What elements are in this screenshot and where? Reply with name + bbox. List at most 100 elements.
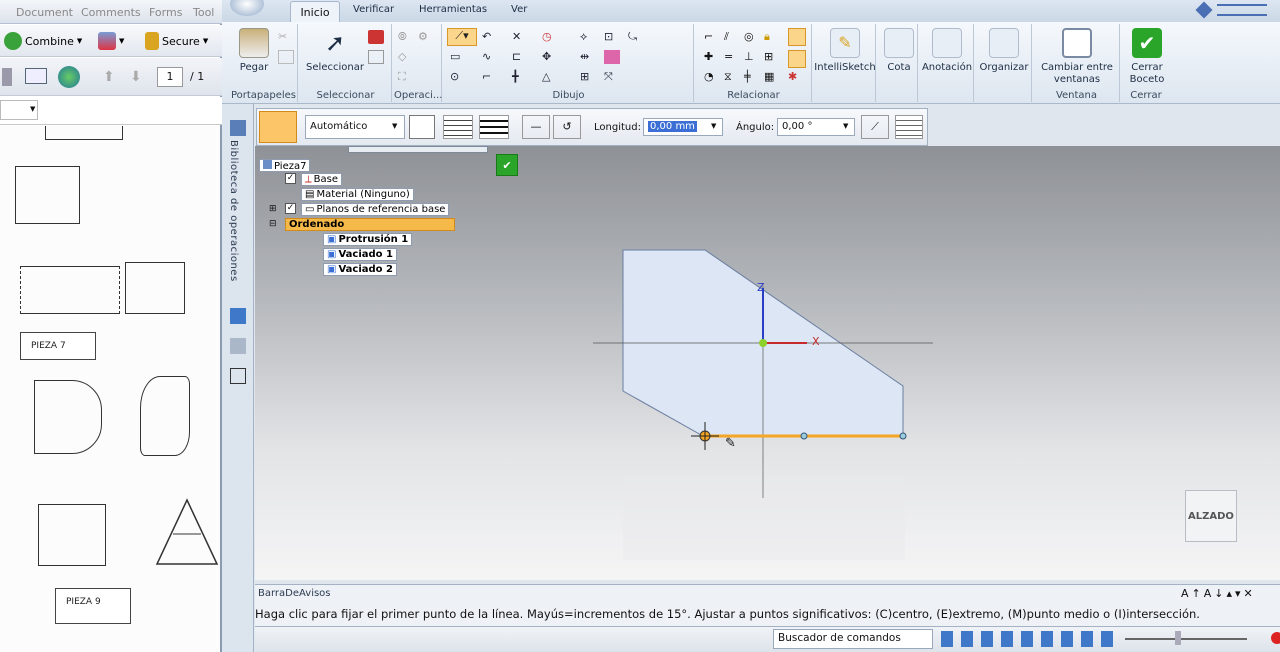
- tab-feature-library[interactable]: Biblioteca de operaciones: [228, 140, 239, 282]
- record-icon[interactable]: [1271, 632, 1280, 644]
- chamfer-icon[interactable]: ⊏: [512, 50, 528, 64]
- gear-icon[interactable]: ⚙: [418, 30, 434, 44]
- combine-button[interactable]: Combine ▼: [4, 31, 82, 51]
- annotation-button[interactable]: Anotación: [920, 28, 974, 74]
- rotate-icon[interactable]: ⤿: [628, 30, 644, 44]
- email-icon[interactable]: [25, 68, 47, 84]
- fill-icon[interactable]: [604, 50, 620, 64]
- line-color-icon[interactable]: [409, 115, 435, 139]
- line-tool-icon[interactable]: ⟋▾: [447, 28, 477, 46]
- project-icon[interactable]: ⊡: [604, 30, 620, 44]
- page-up-icon[interactable]: ⬆: [103, 69, 119, 85]
- arc-mode-icon[interactable]: ↺: [553, 115, 581, 139]
- keypoint-mid[interactable]: [800, 432, 808, 440]
- organize-button[interactable]: Organizar: [976, 28, 1032, 74]
- parallel-icon[interactable]: ⫽: [724, 30, 740, 44]
- tab-verificar[interactable]: Verificar: [353, 4, 394, 15]
- app-button[interactable]: [230, 0, 264, 16]
- line-mode-icon[interactable]: —: [522, 115, 550, 139]
- perpendicular-icon[interactable]: ⊥: [744, 50, 760, 64]
- switch-windows-button[interactable]: Cambiar entre ventanas: [1034, 28, 1120, 86]
- line-type-icon[interactable]: [443, 115, 473, 139]
- show-relations-icon[interactable]: [788, 28, 806, 46]
- grid-icon[interactable]: ▦: [764, 70, 780, 84]
- rectangle-icon[interactable]: ▭: [450, 50, 466, 64]
- sketch-canvas[interactable]: Pieza7 ✓ ⟂ Base ▤ Material (Ninguno) ⊞ ✓ ▭…: [255, 146, 1280, 580]
- share-button[interactable]: ▼: [98, 31, 124, 51]
- family-icon[interactable]: [230, 368, 246, 384]
- tab-ver[interactable]: Ver: [511, 4, 527, 15]
- lock-relation-icon[interactable]: 🔒︎: [764, 30, 780, 44]
- scale-icon[interactable]: △: [542, 70, 558, 84]
- page-number-input[interactable]: 1: [157, 67, 183, 87]
- zoom-slider-thumb[interactable]: [1175, 631, 1181, 645]
- command-finder-input[interactable]: Buscador de comandos: [773, 629, 933, 649]
- label-pieza-7: PIEZA 7: [20, 332, 96, 360]
- pdf-zoom-toolbar: ▼: [0, 97, 222, 125]
- feature-library-icon[interactable]: [230, 120, 246, 136]
- zoom-slider[interactable]: [1125, 638, 1247, 640]
- group-relacionar: ⌐ ⫽ ◎ 🔒︎ ✚ = ⊥ ⊞ ◔ ⧖ ╪ ▦ ✱ Relacionar: [696, 24, 812, 102]
- paste-button[interactable]: Pegar: [234, 28, 274, 74]
- view-cube[interactable]: ALZADO: [1185, 490, 1237, 542]
- horizontal-vertical-icon[interactable]: ✚: [704, 50, 720, 64]
- select-button[interactable]: ➚ Seleccionar: [304, 28, 366, 74]
- line-width-icon[interactable]: [479, 115, 509, 139]
- copy-icon[interactable]: [278, 50, 294, 64]
- collinear-icon[interactable]: ╪: [744, 70, 760, 84]
- arc-icon[interactable]: ↶: [482, 30, 498, 44]
- line-tool-active-icon[interactable]: [259, 111, 297, 143]
- concentric-icon[interactable]: ◎: [744, 30, 760, 44]
- secure-button[interactable]: Secure ▼: [145, 31, 208, 51]
- projection-line-icon[interactable]: ⟋: [861, 115, 889, 139]
- select-filter-icon[interactable]: [368, 50, 384, 64]
- menu-tools[interactable]: Tool: [193, 6, 214, 19]
- layers-icon[interactable]: [230, 338, 246, 354]
- move-icon[interactable]: ✥: [542, 50, 558, 64]
- maintain-relations-icon[interactable]: [788, 50, 806, 68]
- diamond-icon[interactable]: ◇: [398, 50, 414, 64]
- trim-icon[interactable]: ✕: [512, 30, 528, 44]
- lock-icon: [145, 32, 159, 50]
- print-icon[interactable]: [2, 68, 12, 86]
- intellisketch-button[interactable]: ✎ IntelliSketch: [814, 28, 876, 74]
- pattern-icon[interactable]: ⛶: [398, 70, 414, 84]
- page-down-icon[interactable]: ⬇: [130, 69, 146, 85]
- tab-inicio[interactable]: Inicio: [290, 1, 340, 23]
- notice-controls[interactable]: A↑A↓▴▾✕: [1181, 587, 1256, 600]
- chevron-down-icon[interactable]: ▼: [30, 105, 35, 113]
- select-tool-icon[interactable]: [368, 30, 384, 44]
- close-sketch-button[interactable]: ✔ Cerrar Boceto: [1126, 28, 1168, 86]
- menu-document[interactable]: Document: [16, 6, 73, 19]
- cut-icon[interactable]: ✂: [278, 30, 294, 44]
- keypoint-end[interactable]: [899, 432, 907, 440]
- fillet-icon[interactable]: ⌐: [482, 70, 498, 84]
- pathfinder-icon[interactable]: [230, 308, 246, 324]
- rigid-icon[interactable]: ⊞: [764, 50, 780, 64]
- dimension-button[interactable]: Cota: [882, 28, 916, 74]
- offset-icon[interactable]: ◷: [542, 30, 558, 44]
- menu-forms[interactable]: Forms: [149, 6, 182, 19]
- help-icon[interactable]: [1195, 1, 1213, 19]
- circle-icon[interactable]: ⊙: [450, 70, 466, 84]
- tangent-icon[interactable]: ◔: [704, 70, 720, 84]
- equal-icon[interactable]: =: [724, 50, 740, 64]
- convert-icon[interactable]: ⤧: [604, 70, 620, 84]
- dimension-axis-icon[interactable]: ⇹: [580, 50, 596, 64]
- window-menu-icon[interactable]: [1217, 4, 1267, 16]
- relation-colors-icon[interactable]: ✱: [788, 70, 804, 84]
- globe-icon[interactable]: [58, 66, 80, 88]
- extend-icon[interactable]: ╋: [512, 70, 528, 84]
- feature-icon[interactable]: ⦾: [398, 30, 414, 44]
- symmetric-icon[interactable]: ⧖: [724, 70, 740, 84]
- table-icon[interactable]: ⊞: [580, 70, 596, 84]
- mirror-icon[interactable]: ⟡: [580, 30, 596, 44]
- connect-icon[interactable]: ⌐: [704, 30, 720, 44]
- menu-comments[interactable]: Comments: [81, 6, 141, 19]
- construction-icon[interactable]: [895, 115, 923, 139]
- chevron-down-icon: ▼: [202, 37, 209, 45]
- view-tools[interactable]: [941, 631, 1121, 647]
- line-style-select[interactable]: Automático: [305, 115, 405, 139]
- tab-herramientas[interactable]: Herramientas: [419, 4, 487, 15]
- curve-icon[interactable]: ∿: [482, 50, 498, 64]
